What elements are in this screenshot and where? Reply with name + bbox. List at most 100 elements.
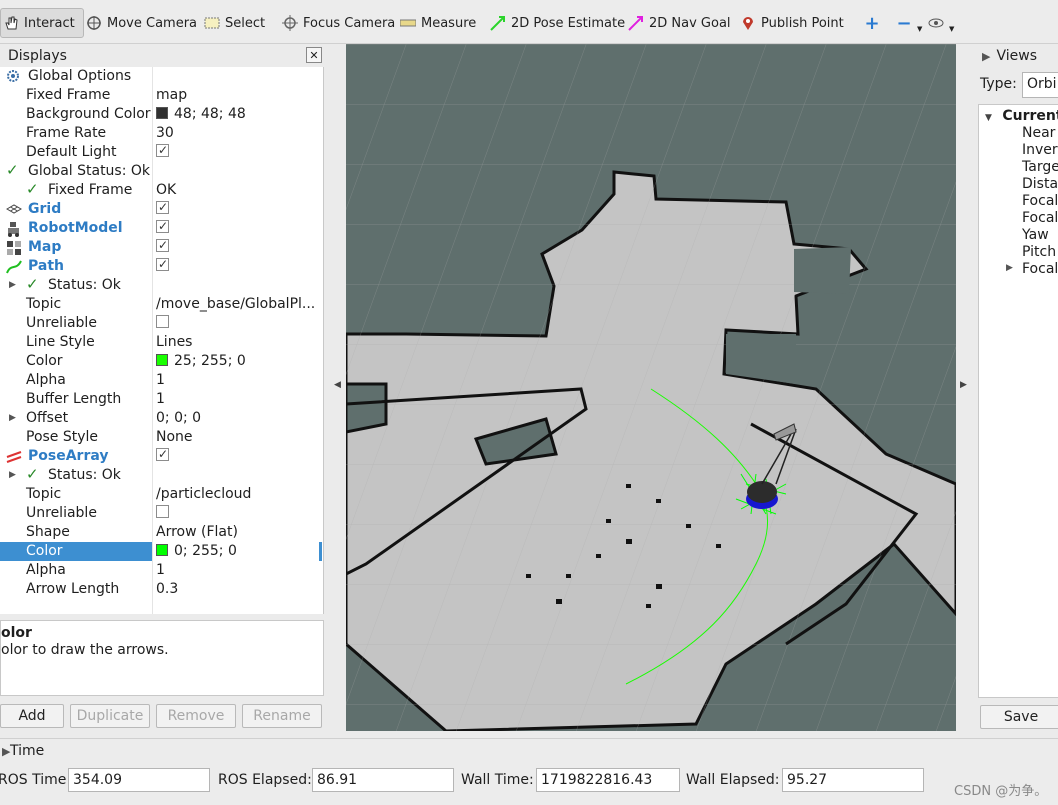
display-row[interactable]: Fixed Frame map [0, 86, 322, 105]
display-row-value: 0; 255; 0 [153, 542, 319, 561]
gear-icon [6, 69, 22, 85]
display-row-key: Arrow Length [26, 581, 120, 597]
display-row[interactable]: Unreliable [0, 314, 322, 333]
render-viewport[interactable] [346, 44, 956, 731]
select-tool[interactable]: Select [204, 8, 265, 38]
add-tool-button[interactable]: + [864, 8, 880, 38]
display-row[interactable]: Alpha 1 [0, 371, 322, 390]
remove-button[interactable]: Remove [156, 704, 236, 728]
plus-icon: + [864, 12, 880, 34]
view-property-row[interactable]: Focal [1022, 193, 1058, 209]
display-row-key: Frame Rate [26, 125, 107, 141]
views-panel-icon: ▶ [982, 49, 991, 63]
view-property-row[interactable]: Focal [1022, 210, 1058, 226]
pose-estimate-tool[interactable]: 2D Pose Estimate [490, 8, 625, 38]
nav-goal-tool[interactable]: 2D Nav Goal [628, 8, 731, 38]
remove-tool-button[interactable]: − ▼ [896, 8, 922, 38]
display-row[interactable]: Global Options [0, 67, 322, 86]
display-row[interactable]: Topic/particlecloud [0, 485, 322, 504]
display-row-key: Unreliable [26, 505, 97, 521]
display-row[interactable]: Frame Rate 30 [0, 124, 322, 143]
collapse-left-icon[interactable]: ◀ [334, 380, 341, 390]
display-row[interactable]: Unreliable [0, 504, 322, 523]
expand-right-icon[interactable]: ▶ [9, 276, 16, 295]
publish-point-tool[interactable]: Publish Point [740, 8, 844, 38]
views-title: Views [996, 48, 1037, 64]
checkbox[interactable] [156, 447, 169, 464]
close-icon[interactable]: ✕ [306, 47, 322, 63]
move-camera-tool[interactable]: Move Camera [86, 8, 197, 38]
property-description: olor olor to draw the arrows. [0, 620, 324, 696]
focus-camera-tool[interactable]: Focus Camera [282, 8, 395, 38]
map-pin-icon [740, 15, 756, 31]
display-row-value-text: /particlecloud [156, 486, 252, 502]
view-property-row[interactable]: Yaw [1022, 227, 1049, 243]
view-property-row[interactable]: Dista [1022, 176, 1058, 192]
focus-camera-label: Focus Camera [303, 15, 396, 31]
duplicate-button[interactable]: Duplicate [70, 704, 150, 728]
ros-time-field[interactable]: 354.09 [68, 768, 210, 792]
checkbox[interactable] [156, 238, 169, 255]
expand-right-icon[interactable]: ▶ [9, 466, 16, 485]
display-row-key: Shape [26, 524, 70, 540]
display-row[interactable]: Default Light [0, 143, 322, 162]
view-property-row[interactable]: Invert [1022, 142, 1058, 158]
time-title: Time [10, 743, 45, 759]
expand-right-icon[interactable]: ▶ [1006, 263, 1013, 273]
display-row[interactable]: RobotModel [0, 219, 322, 238]
checkbox[interactable] [156, 219, 169, 236]
view-property-row[interactable]: Targe [1022, 159, 1058, 175]
display-row-value: None [156, 428, 322, 447]
display-row[interactable]: Background Color 48; 48; 48 [0, 105, 322, 124]
display-row[interactable]: Alpha 1 [0, 561, 322, 580]
display-row[interactable]: Pose Style None [0, 428, 322, 447]
display-row[interactable]: Grid [0, 200, 322, 219]
display-row-key: Status: Ok [48, 277, 121, 293]
display-row[interactable]: Color 0; 255; 0 [0, 542, 322, 561]
display-row-value-text: 30 [156, 125, 174, 141]
display-row[interactable]: Color 25; 255; 0 [0, 352, 322, 371]
measure-tool[interactable]: Measure [400, 8, 476, 38]
ros-elapsed-field[interactable]: 86.91 [312, 768, 454, 792]
description-title: olor [1, 625, 32, 641]
wall-elapsed-field[interactable]: 95.27 [782, 768, 924, 792]
display-row[interactable]: Shape Arrow (Flat) [0, 523, 322, 542]
rename-button[interactable]: Rename [242, 704, 322, 728]
interact-tool[interactable]: Interact [0, 8, 84, 38]
display-row[interactable]: Arrow Length 0.3 [0, 580, 322, 599]
views-current-row[interactable]: ▼ Current [985, 108, 1058, 124]
checkbox[interactable] [156, 257, 169, 274]
display-row-value-text: 1 [156, 562, 165, 578]
display-row[interactable]: ▶ Offset 0; 0; 0 [0, 409, 322, 428]
display-row[interactable]: Buffer Length 1 [0, 390, 322, 409]
add-button[interactable]: Add [0, 704, 64, 728]
collapse-right-icon[interactable]: ▶ [960, 380, 967, 390]
views-type-select[interactable]: Orbi [1022, 72, 1058, 98]
dropdown-icon: ▼ [917, 25, 923, 33]
display-row[interactable]: Topic/move_base/GlobalPl... [0, 295, 322, 314]
view-property-row[interactable]: Pitch [1022, 244, 1056, 260]
display-row-value-text: /move_base/GlobalPl... [156, 296, 316, 312]
display-row[interactable]: Path [0, 257, 322, 276]
checkbox[interactable] [156, 143, 169, 160]
ok-check-icon: ✓ [26, 275, 39, 293]
save-view-button[interactable]: Save [980, 705, 1058, 729]
wall-time-field[interactable]: 1719822816.43 [536, 768, 680, 792]
view-options-button[interactable]: ▼ [928, 8, 954, 38]
checkbox[interactable] [156, 200, 169, 217]
checkbox[interactable] [156, 505, 169, 518]
checkbox[interactable] [156, 315, 169, 328]
expand-right-icon[interactable]: ▶ [9, 409, 16, 428]
display-row[interactable]: PoseArray [0, 447, 322, 466]
display-row[interactable]: ▶ ✓ Status: Ok [0, 275, 322, 295]
display-row[interactable]: Map [0, 238, 322, 257]
view-property-row[interactable]: Near [1022, 125, 1055, 141]
display-row[interactable]: ✓ Fixed Frame OK [0, 180, 322, 200]
display-row[interactable]: ✓ Global Status: Ok [0, 161, 322, 181]
display-row[interactable]: Line Style Lines [0, 333, 322, 352]
view-property-row[interactable]: Focal [1022, 261, 1058, 277]
wall-elapsed-label: Wall Elapsed: [686, 772, 780, 788]
focus-camera-icon [282, 15, 298, 31]
display-row[interactable]: ▶ ✓ Status: Ok [0, 465, 322, 485]
display-row-value-text: None [156, 429, 193, 445]
